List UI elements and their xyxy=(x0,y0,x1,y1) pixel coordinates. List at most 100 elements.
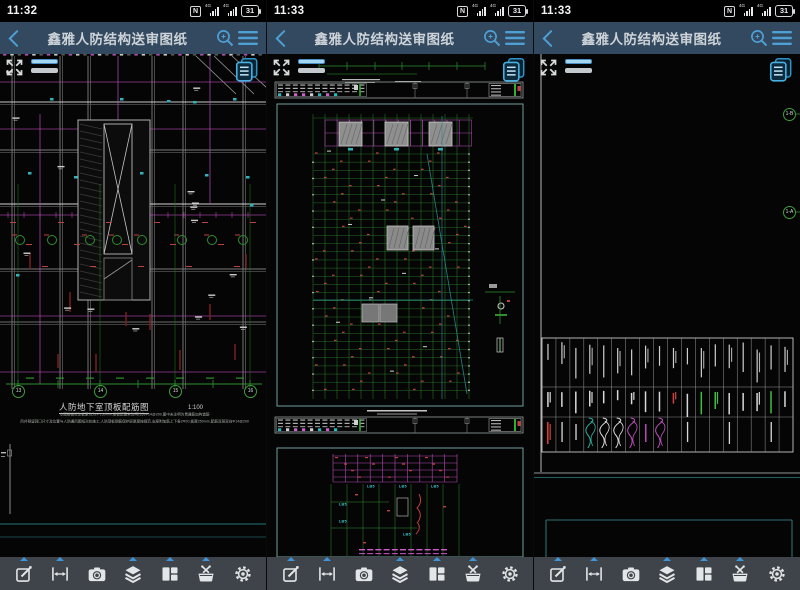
menu-button[interactable] xyxy=(505,30,525,46)
search-button[interactable] xyxy=(483,29,501,47)
expand-arrow-icon xyxy=(323,557,331,561)
layers-icon xyxy=(390,564,410,584)
sheet-list-button[interactable] xyxy=(233,56,261,89)
toolbar-layout-button[interactable] xyxy=(691,561,717,587)
axis-bubble: 13 xyxy=(12,385,25,398)
slab-label: LB5 xyxy=(367,485,375,489)
status-bar: 11:33 N 4G 4G 31 xyxy=(534,0,800,22)
sheet-list-button[interactable] xyxy=(500,56,528,89)
toolbar-settings-button[interactable] xyxy=(497,561,523,587)
toolbar-measure-button[interactable] xyxy=(47,561,73,587)
page-title: 鑫雅人防结构送审图纸 xyxy=(290,28,479,48)
back-button[interactable] xyxy=(542,29,553,48)
expand-arrow-icon xyxy=(166,557,174,561)
camera-icon xyxy=(621,564,641,584)
drawing-canvas[interactable] xyxy=(534,54,800,557)
layout-icon xyxy=(427,564,447,584)
toolbar-toolbox-button[interactable] xyxy=(727,561,753,587)
toolbar-layout-button[interactable] xyxy=(157,561,183,587)
status-icons: N 4G 4G 31 xyxy=(190,5,259,17)
layout-tabs-indicator[interactable] xyxy=(565,59,592,73)
toolbar-measure-button[interactable] xyxy=(581,561,607,587)
bottom-toolbar xyxy=(534,557,800,590)
signal-icon: 4G xyxy=(757,5,771,17)
toolbox-icon xyxy=(730,564,750,584)
toolbar-edit-button[interactable] xyxy=(278,561,304,587)
back-button[interactable] xyxy=(8,29,19,48)
edit-icon xyxy=(14,564,34,584)
edit-icon xyxy=(548,564,568,584)
measure-icon xyxy=(317,564,337,584)
layout-tabs-indicator[interactable] xyxy=(298,59,325,73)
toolbar-layers-button[interactable] xyxy=(654,561,680,587)
menu-button[interactable] xyxy=(772,30,792,46)
toolbar-camera-button[interactable] xyxy=(351,561,377,587)
nfc-icon: N xyxy=(457,6,468,17)
title-bar: 鑫雅人防结构送审图纸 xyxy=(0,22,266,54)
bottom-toolbar xyxy=(0,557,266,590)
title-bar: 鑫雅人防结构送审图纸 xyxy=(534,22,800,54)
camera-icon xyxy=(87,564,107,584)
cad-viewport[interactable]: 1-B 1-A xyxy=(534,54,800,557)
back-button[interactable] xyxy=(275,29,286,48)
camera-icon xyxy=(354,564,374,584)
drawing-canvas[interactable] xyxy=(0,54,266,557)
fullscreen-button[interactable] xyxy=(271,57,292,83)
drawing-canvas[interactable] xyxy=(267,54,533,557)
battery-indicator: 31 xyxy=(241,5,259,17)
title-bar: 鑫雅人防结构送审图纸 xyxy=(267,22,533,54)
toolbar-edit-button[interactable] xyxy=(545,561,571,587)
toolbar-settings-button[interactable] xyxy=(230,561,256,587)
phone-panel-2: 11:33 N 4G 4G 31 鑫雅人防结构送审图纸 LB5 LB5 LB5 … xyxy=(266,0,533,590)
slab-label: LB5 xyxy=(339,520,347,524)
search-button[interactable] xyxy=(216,29,234,47)
toolbox-icon xyxy=(196,564,216,584)
toolbar-layers-button[interactable] xyxy=(120,561,146,587)
fullscreen-button[interactable] xyxy=(4,57,25,83)
toolbar-measure-button[interactable] xyxy=(314,561,340,587)
drawing-note: 本图楼板标注板厚均为h=250mm,楼板配筋未注明均为Φ14@200,图中未注明… xyxy=(5,413,264,417)
drawing-title: 人防地下室顶板配筋图 xyxy=(28,401,180,413)
cad-viewport[interactable]: 人防地下室顶板配筋图 1:100 本图楼板标注板厚均为h=250mm,楼板配筋未… xyxy=(0,54,266,557)
edit-icon xyxy=(281,564,301,584)
expand-arrow-icon xyxy=(433,557,441,561)
stitched-screenshots: 11:32 N 4G 4G 31 鑫雅人防结构送审图纸 人防地下室顶板配筋图 1… xyxy=(0,0,800,590)
battery-indicator: 31 xyxy=(775,5,793,17)
expand-arrow-icon xyxy=(736,557,744,561)
layout-icon xyxy=(160,564,180,584)
status-icons: N 4G 4G 31 xyxy=(457,5,526,17)
battery-indicator: 31 xyxy=(508,5,526,17)
menu-button[interactable] xyxy=(238,30,258,46)
axis-bubble: 1-B xyxy=(783,108,796,121)
layout-tabs-indicator[interactable] xyxy=(31,59,58,73)
expand-arrow-icon xyxy=(56,557,64,561)
clock: 11:33 xyxy=(274,5,304,17)
search-button[interactable] xyxy=(750,29,768,47)
fullscreen-button[interactable] xyxy=(538,57,559,83)
toolbar-settings-button[interactable] xyxy=(764,561,790,587)
status-bar: 11:33 N 4G 4G 31 xyxy=(267,0,533,22)
phone-panel-1: 11:32 N 4G 4G 31 鑫雅人防结构送审图纸 人防地下室顶板配筋图 1… xyxy=(0,0,266,590)
expand-arrow-icon xyxy=(700,557,708,561)
sheet-list-button[interactable] xyxy=(767,56,795,89)
expand-arrow-icon xyxy=(469,557,477,561)
measure-icon xyxy=(50,564,70,584)
slab-label: LB5 xyxy=(403,533,411,537)
toolbar-layers-button[interactable] xyxy=(387,561,413,587)
drawing-scale: 1:100 xyxy=(188,405,203,411)
toolbar-layout-button[interactable] xyxy=(424,561,450,587)
slab-label: LB5 xyxy=(399,485,407,489)
slab-label: LB5 xyxy=(339,503,347,507)
clock: 11:32 xyxy=(7,5,37,17)
settings-icon xyxy=(233,564,253,584)
toolbar-toolbox-button[interactable] xyxy=(460,561,486,587)
cad-viewport[interactable]: LB5 LB5 LB5 LB5 LB5 LB5 xyxy=(267,54,533,557)
nfc-icon: N xyxy=(724,6,735,17)
clock: 11:33 xyxy=(541,5,571,17)
status-bar: 11:32 N 4G 4G 31 xyxy=(0,0,266,22)
toolbar-camera-button[interactable] xyxy=(84,561,110,587)
toolbar-camera-button[interactable] xyxy=(618,561,644,587)
toolbar-edit-button[interactable] xyxy=(11,561,37,587)
toolbar-toolbox-button[interactable] xyxy=(193,561,219,587)
status-icons: N 4G 4G 31 xyxy=(724,5,793,17)
